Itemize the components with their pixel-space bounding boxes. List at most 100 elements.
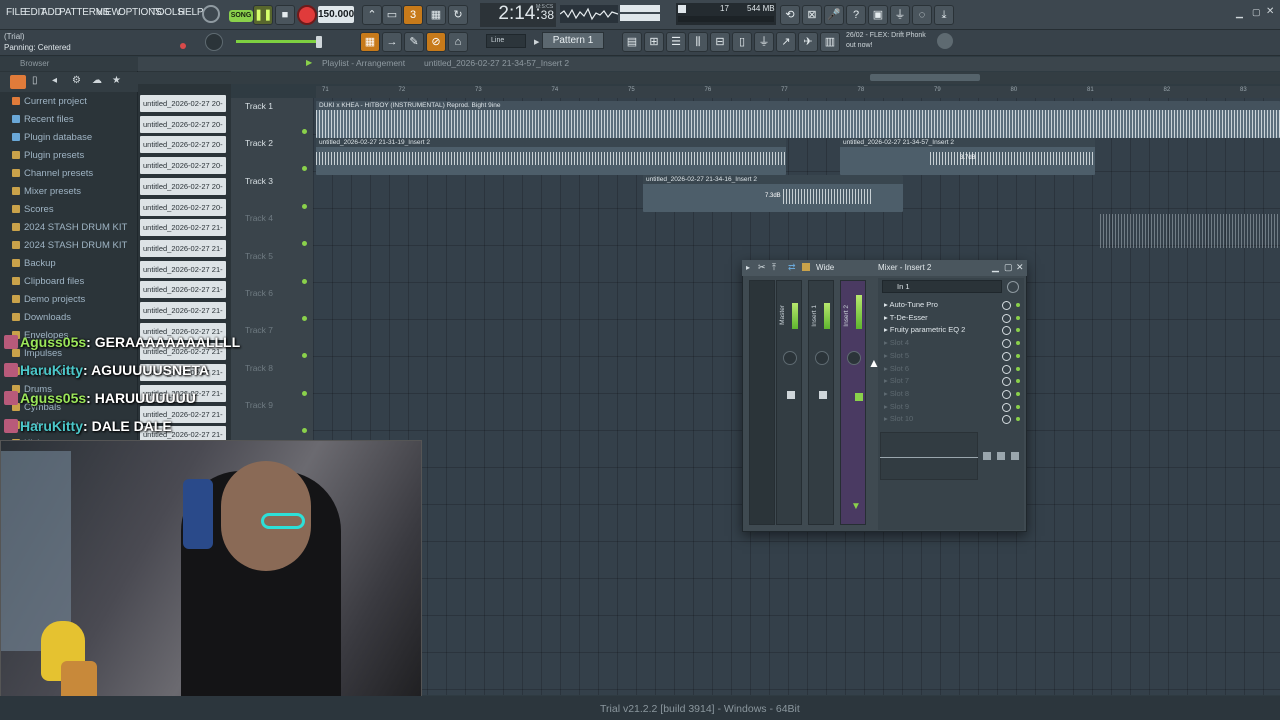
effect-slot[interactable]: ▸ T-De-Esser [884,313,928,322]
track-mute-led[interactable] [302,129,307,134]
effect-slot[interactable]: ▸ Fruity parametric EQ 2 [884,325,965,334]
effect-slot[interactable]: ▸ Slot 4 [884,338,909,347]
metronome-icon[interactable]: ⌃ [362,5,382,25]
step-edit-icon[interactable]: ▦ [426,5,446,25]
input-selector[interactable]: In 1 [882,280,1002,293]
typing-keyboard-icon[interactable]: ⌂ [448,32,468,52]
track-name[interactable]: Track 5 [245,251,273,261]
slot-mix-knob[interactable] [1002,313,1011,323]
song-mode-badge[interactable]: SONG [229,10,253,22]
volume-fader[interactable] [819,391,827,399]
browser-file-icon[interactable]: ▯ [32,75,38,86]
pattern-arrow-icon[interactable]: ▶ [534,38,539,46]
track-name[interactable]: Track 9 [245,400,273,410]
browser-all-icon[interactable] [10,75,26,89]
save-icon[interactable]: ▣ [868,5,888,25]
pause-button[interactable]: ❚❚ [253,5,273,25]
mixer-preset-icon[interactable] [802,263,810,271]
clip-list-item[interactable]: untitled_2026-02-27 20- [140,136,226,154]
plugin-database-icon[interactable]: ⏚ [754,32,774,52]
audio-clip[interactable]: DUKI x KHEA - HITBOY (INSTRUMENTAL) Repr… [316,101,1280,138]
audio-clip[interactable]: untitled_2026-02-27 21-34-57_Insert 2 3.… [840,138,1095,175]
minimize-icon[interactable]: ▁ [1236,8,1243,19]
plugin-icon[interactable]: ⊟ [710,32,730,52]
track-name[interactable]: Track 7 [245,325,273,335]
clip-list-item[interactable]: untitled_2026-02-27 20- [140,115,226,133]
news-panel[interactable]: 26/02 - FLEX: Drift Phonk out now! [846,31,936,51]
track-mute-led[interactable] [302,203,307,209]
mixer-strip-current[interactable] [749,280,775,525]
close-icon[interactable]: ✕ [1266,6,1274,17]
download-icon[interactable]: ⤓ [934,5,954,25]
browser-star-icon[interactable]: ★ [112,75,121,86]
clip-list-item[interactable]: untitled_2026-02-27 20- [140,198,226,216]
track-mute-led[interactable] [302,316,307,321]
mixer-icon[interactable]: ⫼ [688,32,708,52]
mixer-minimize-icon[interactable]: ▁ [992,262,999,273]
playlist-icon[interactable]: ▤ [622,32,642,52]
master-volume-handle[interactable] [316,36,322,48]
browser-item[interactable]: Recent files [12,113,74,127]
wait-input-icon[interactable]: ▭ [382,5,402,25]
track-name[interactable]: Track 1 [245,101,273,111]
flex-icon[interactable]: ▥ [820,32,840,52]
slot-enable-led[interactable] [1016,366,1020,371]
draw-tool-icon[interactable]: ✎ [404,32,424,52]
audio-clip[interactable]: untitled_2026-02-27 21-31-19_Insert 2 [316,138,786,175]
route-arrow-icon[interactable]: ▼ [851,501,861,512]
playlist-timeline-ruler[interactable] [316,86,1280,98]
tempo-tapper-icon[interactable]: ✈ [798,32,818,52]
project-icon[interactable]: ▯ [732,32,752,52]
browser-icon[interactable]: ↗ [776,32,796,52]
news-settings-icon[interactable] [937,33,953,49]
master-volume-slider[interactable] [236,40,320,43]
pattern-song-toggle[interactable] [202,5,220,23]
browser-back-icon[interactable]: ◂ [52,75,57,86]
browser-item[interactable]: Plugin database [12,131,92,145]
mixer-strip-master[interactable]: Master [776,280,802,525]
pan-knob[interactable] [847,351,861,365]
countdown-icon[interactable]: 3 [403,5,423,25]
mixer-maximize-icon[interactable]: ▢ [1004,262,1013,273]
browser-item[interactable]: Scores [12,203,54,217]
browser-item[interactable]: Demo projects [12,293,85,307]
plugin-picker-icon[interactable]: ⏚ [890,5,910,25]
mixer-menu-icon[interactable]: ▸ [746,263,750,272]
track-mute-led[interactable] [302,390,307,396]
track-name[interactable]: Track 3 [245,176,273,186]
clip-list-item[interactable]: untitled_2026-02-27 21- [140,260,226,278]
clip-list-item[interactable]: untitled_2026-02-27 20- [140,177,226,195]
browser-item[interactable]: Plugin presets [12,149,84,163]
track-mute-led[interactable] [302,278,307,284]
clip-list-item[interactable]: untitled_2026-02-27 21- [140,302,226,319]
effect-slot[interactable]: ▸ Auto-Tune Pro [884,300,938,309]
playlist-horizontal-scrollbar[interactable] [870,74,980,81]
undo-history-icon[interactable]: ⟲ [780,5,800,25]
volume-fader[interactable] [787,391,795,399]
slot-enable-led[interactable] [1016,404,1020,409]
browser-item[interactable]: Current project [12,95,87,109]
mixer-export-icon[interactable]: ⤒ [772,262,776,273]
effect-slot[interactable]: ▸ Slot 8 [884,389,909,398]
browser-settings-icon[interactable]: ⚙ [72,75,81,86]
mixer-tools-icon[interactable]: ✂ [758,262,766,273]
mixer-strip-insert-2[interactable]: Insert 2 ▼ [840,280,866,525]
effect-slot[interactable]: ▸ Slot 9 [884,402,909,411]
clip-list-item[interactable]: untitled_2026-02-27 20- [140,95,226,112]
master-pitch-knob[interactable] [205,33,223,51]
clip-list-item[interactable]: untitled_2026-02-27 21- [140,281,226,299]
slot-mix-knob[interactable] [1002,351,1011,361]
snap-selector[interactable]: Line [486,34,526,48]
slot-mix-knob[interactable] [1002,364,1011,374]
pan-knob[interactable] [783,351,797,365]
effect-slot[interactable]: ▸ Slot 6 [884,364,909,373]
browser-item[interactable]: Clipboard files [12,275,84,289]
volume-fader[interactable] [855,393,863,401]
browser-item[interactable]: 2024 STASH DRUM KIT [12,221,127,235]
channel-rack-icon[interactable]: ☰ [666,32,686,52]
mixer-layout-icon[interactable]: ⇄ [788,262,796,273]
mixer-close-icon[interactable]: ✕ [1016,262,1024,273]
clip-list-item[interactable]: untitled_2026-02-27 20- [140,157,226,175]
track-name[interactable]: Track 6 [245,288,273,298]
browser-item[interactable]: 2024 STASH DRUM KIT [12,239,127,253]
